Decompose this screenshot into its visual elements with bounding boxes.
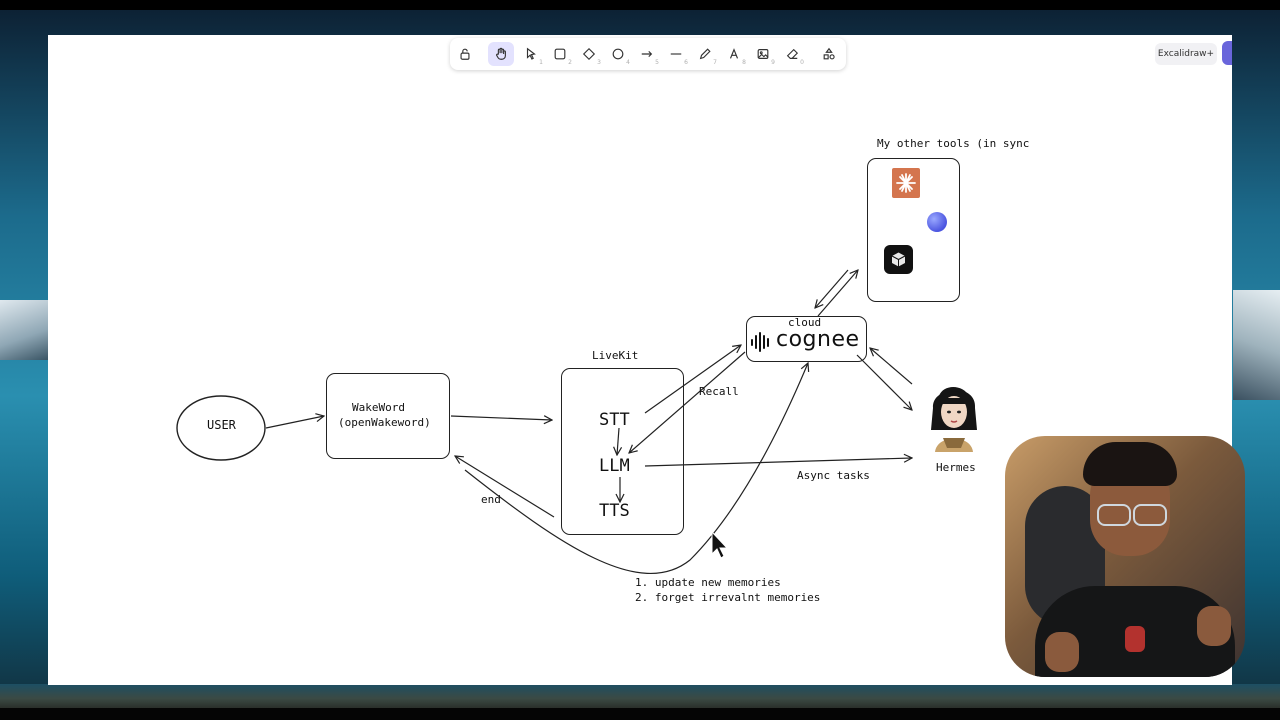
livekit-title: LiveKit <box>592 349 639 362</box>
wakeword-label: WakeWord <box>352 401 405 414</box>
arrow-user-to-wakeword <box>265 416 324 429</box>
async-tasks-label: Async tasks <box>797 469 870 482</box>
webcam-glasses-left <box>1097 504 1131 526</box>
assistant-gem-icon <box>927 212 947 232</box>
arrow-cognee-to-tools <box>817 270 858 317</box>
stt-label: STT <box>599 410 630 430</box>
webcam-hand-right <box>1197 606 1231 646</box>
memory-note-line2: 2. forget irrevalnt memories <box>635 591 821 604</box>
tts-label: TTS <box>599 501 630 521</box>
claude-icon <box>892 168 920 198</box>
cognee-logo-icon <box>751 332 769 352</box>
cursor-pointer <box>711 530 729 559</box>
memory-note-line1: 1. update new memories <box>635 576 781 589</box>
arrow-cognee-to-hermes <box>856 354 912 410</box>
webcam-glasses-right <box>1133 504 1167 526</box>
arrow-tools-to-cognee <box>815 269 849 308</box>
hermes-avatar <box>925 378 983 452</box>
user-label: USER <box>207 418 236 432</box>
arrow-wakeword-to-livekit <box>450 416 552 420</box>
webcam-hand-left <box>1045 632 1079 672</box>
app-cube-icon <box>884 245 913 274</box>
wakeword-sublabel: (openWakeword) <box>338 416 431 429</box>
llm-label: LLM <box>599 456 630 476</box>
end-label: end <box>481 493 501 506</box>
recall-label: Recall <box>699 385 739 398</box>
hermes-label: Hermes <box>936 461 976 474</box>
other-tools-title: My other tools (in sync <box>877 137 1030 150</box>
webcam-overlay <box>1005 436 1245 677</box>
arrow-livekit-to-wakeword-end <box>455 456 555 518</box>
arrow-hermes-to-cognee <box>870 348 913 385</box>
webcam-shirt-logo <box>1125 626 1145 652</box>
arrow-llm-to-hermes <box>644 458 912 467</box>
cognee-wordmark: cognee <box>776 327 860 352</box>
webcam-hair <box>1083 442 1177 486</box>
